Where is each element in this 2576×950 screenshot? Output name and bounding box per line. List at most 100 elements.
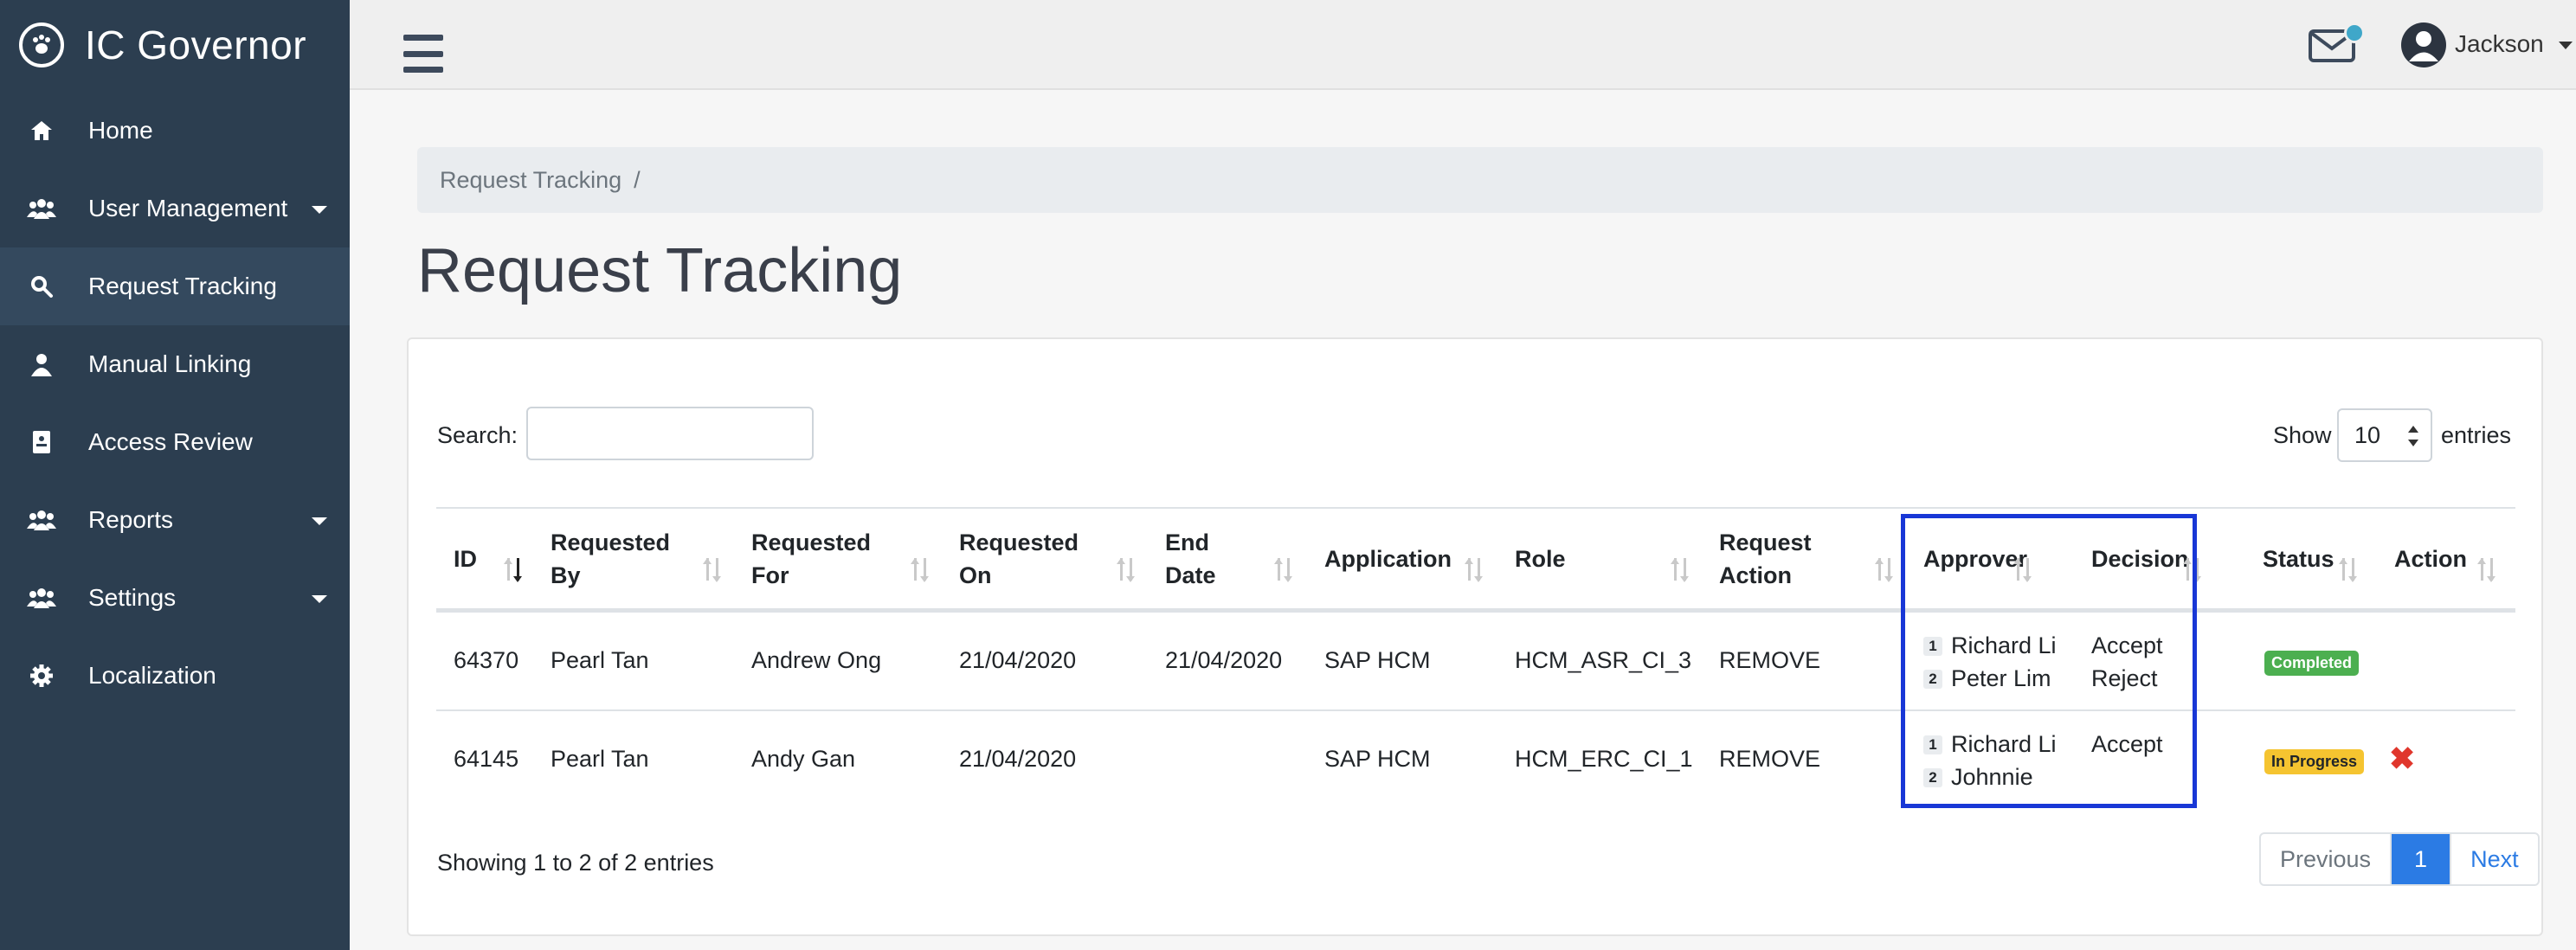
sidebar-item-settings[interactable]: Settings: [0, 559, 350, 637]
app-name: IC Governor: [85, 22, 307, 67]
caret-down-icon: [312, 206, 327, 214]
sort-icon[interactable]: [1115, 558, 1137, 582]
column-header-request-action[interactable]: Request Action: [1719, 526, 1812, 592]
user-name[interactable]: Jackson: [2455, 30, 2544, 58]
page-1-button[interactable]: 1: [2392, 834, 2450, 884]
approver-entry: 1 Richard Li: [1923, 629, 2057, 662]
previous-page-button[interactable]: Previous: [2261, 834, 2392, 884]
sidebar-item-label: Localization: [88, 662, 216, 689]
table-info: Showing 1 to 2 of 2 entries: [437, 850, 714, 876]
cell-role: HCM_ASR_CI_3: [1515, 647, 1692, 673]
cell-requested-by: Pearl Tan: [551, 746, 649, 772]
sort-icon[interactable]: [2337, 558, 2360, 582]
cell-requested-for: Andrew Ong: [751, 647, 882, 673]
approver-name: Richard Li: [1951, 731, 2057, 757]
sidebar-item-home[interactable]: Home: [0, 92, 350, 170]
cell-requested-on: 21/04/2020: [959, 746, 1077, 772]
table-card: Search: Show 10 entries ID Requested By R…: [407, 337, 2543, 936]
sort-icon[interactable]: [909, 558, 931, 582]
cell-decisions: Accept: [2091, 728, 2163, 761]
brand[interactable]: IC Governor: [0, 0, 350, 90]
cell-approvers: 1 Richard Li 2 Peter Lim: [1923, 629, 2057, 695]
sort-icon[interactable]: [1463, 558, 1485, 582]
column-header-application[interactable]: Application: [1324, 542, 1452, 575]
cell-requested-by: Pearl Tan: [551, 647, 649, 673]
topbar: Jackson: [350, 0, 2576, 90]
page-title: Request Tracking: [417, 236, 903, 305]
decision-value: Accept: [2091, 632, 2163, 658]
sidebar-item-label: Access Review: [88, 428, 253, 455]
caret-down-icon: [312, 595, 327, 603]
approver-order-badge: 1: [1923, 637, 1942, 656]
pagination: Previous 1 Next: [2259, 832, 2540, 886]
sidebar-item-manual-linking[interactable]: Manual Linking: [0, 325, 350, 403]
cell-id: 64145: [454, 746, 519, 772]
status-badge: In Progress: [2264, 749, 2365, 774]
table-row[interactable]: 64145 Pearl Tan Andy Gan 21/04/2020 SAP …: [436, 711, 2515, 810]
sidebar-item-request-tracking[interactable]: Request Tracking: [0, 247, 350, 325]
cell-requested-for: Andy Gan: [751, 746, 856, 772]
column-header-requested-by[interactable]: Requested By: [551, 526, 670, 592]
cell-request-action: REMOVE: [1719, 647, 1821, 673]
next-page-button[interactable]: Next: [2450, 834, 2538, 884]
cell-id: 64370: [454, 647, 519, 673]
column-header-requested-on[interactable]: Requested On: [959, 526, 1079, 592]
sort-icon[interactable]: [2181, 558, 2204, 582]
users-icon: [26, 582, 57, 613]
menu-toggle-icon[interactable]: [403, 35, 443, 73]
entries-value: 10: [2354, 421, 2381, 448]
column-header-end-date[interactable]: End Date: [1165, 526, 1216, 592]
status-badge: Completed: [2264, 651, 2360, 676]
sort-icon[interactable]: [2012, 558, 2034, 582]
table-row[interactable]: 64370 Pearl Tan Andrew Ong 21/04/2020 21…: [436, 613, 2515, 711]
select-arrows-icon: [2408, 426, 2418, 446]
breadcrumb: Request Tracking /: [417, 147, 2543, 213]
avatar[interactable]: [2401, 22, 2446, 67]
column-header-id[interactable]: ID: [454, 542, 477, 575]
search-icon: [26, 271, 57, 302]
approver-entry: 2 Peter Lim: [1923, 662, 2057, 695]
cell-requested-on: 21/04/2020: [959, 647, 1077, 673]
users-icon: [26, 504, 57, 536]
sidebar-item-label: Settings: [88, 584, 177, 611]
caret-down-icon[interactable]: [2559, 42, 2573, 49]
sort-icon[interactable]: [2476, 558, 2498, 582]
sidebar-item-access-review[interactable]: Access Review: [0, 403, 350, 481]
entries-label: entries: [2441, 422, 2512, 448]
column-header-role[interactable]: Role: [1515, 542, 1566, 575]
breadcrumb-item[interactable]: Request Tracking: [440, 167, 621, 194]
cell-role: HCM_ERC_CI_1: [1515, 746, 1693, 772]
decision-value: Accept: [2091, 731, 2163, 757]
notification-dot: [2344, 22, 2365, 43]
delete-icon[interactable]: ✖: [2389, 741, 2415, 777]
sort-icon[interactable]: [502, 558, 525, 582]
column-header-decision[interactable]: Decision: [2091, 542, 2189, 575]
sidebar-item-reports[interactable]: Reports: [0, 481, 350, 559]
sidebar-item-user-management[interactable]: User Management: [0, 170, 350, 247]
sidebar: IC Governor Home User Management Request…: [0, 0, 350, 950]
cell-application: SAP HCM: [1324, 746, 1431, 772]
sort-icon[interactable]: [1272, 558, 1295, 582]
decision-value: Reject: [2091, 665, 2158, 691]
sidebar-item-localization[interactable]: Localization: [0, 637, 350, 715]
approver-name: Richard Li: [1951, 632, 2057, 658]
column-header-requested-for[interactable]: Requested For: [751, 526, 871, 592]
user-icon: [26, 349, 57, 380]
approver-name: Johnnie: [1951, 764, 2033, 790]
column-header-action[interactable]: Action: [2394, 542, 2467, 575]
sort-icon[interactable]: [1669, 558, 1691, 582]
search-input[interactable]: [526, 407, 814, 460]
search-label: Search:: [437, 422, 518, 448]
approver-order-badge: 2: [1923, 670, 1942, 689]
approver-name: Peter Lim: [1951, 665, 2051, 691]
cell-end-date: 21/04/2020: [1165, 647, 1283, 673]
approver-entry: 1 Richard Li: [1923, 728, 2057, 761]
column-header-status[interactable]: Status: [2263, 542, 2334, 575]
sidebar-item-label: Manual Linking: [88, 350, 252, 377]
entries-select[interactable]: 10: [2337, 408, 2432, 462]
approver-order-badge: 2: [1923, 768, 1942, 787]
cell-application: SAP HCM: [1324, 647, 1431, 673]
sort-icon[interactable]: [1873, 558, 1896, 582]
sidebar-item-label: User Management: [88, 195, 288, 221]
sort-icon[interactable]: [701, 558, 724, 582]
